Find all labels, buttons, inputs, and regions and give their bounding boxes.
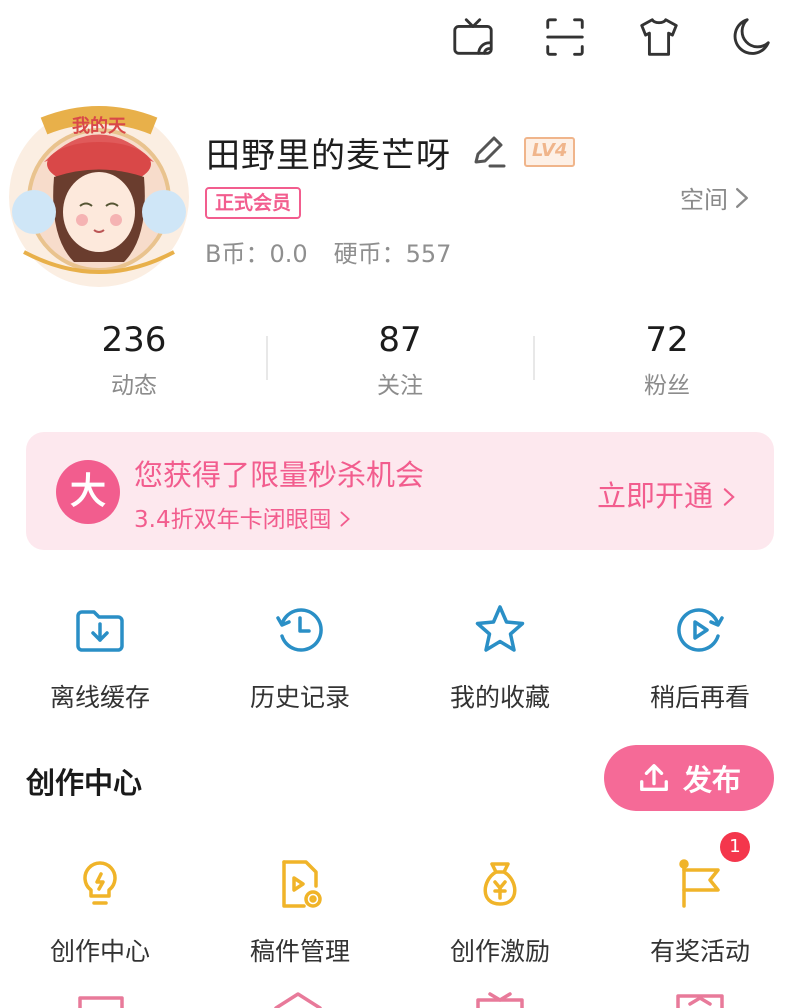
shortcut-label: 稍后再看 (649, 683, 750, 712)
mail-icon (78, 996, 124, 1008)
stat-value: 87 (378, 320, 422, 360)
shortcut-history[interactable]: 历史记录 (210, 602, 390, 714)
theme-shirt-icon[interactable] (634, 12, 684, 62)
stat-dynamics[interactable]: 236 动态 (44, 320, 224, 400)
upload-icon (640, 764, 668, 791)
username: 田野里的麦芒呀 (206, 136, 451, 176)
stat-following[interactable]: 87 关注 (310, 320, 490, 400)
stat-label: 动态 (111, 373, 157, 399)
lightbulb-icon (83, 861, 117, 905)
promo-subtitle[interactable]: 3.4折双年卡闭眼囤 (134, 500, 351, 534)
flag-icon (679, 859, 720, 908)
publish-button[interactable]: 发布 (604, 745, 774, 811)
download-folder-icon (76, 610, 124, 652)
big-member-logo-icon: 大 (56, 460, 120, 524)
manuscript-management-item[interactable]: 稿件管理 (210, 856, 390, 968)
shortcut-label: 我的收藏 (449, 683, 550, 712)
shortcut-label: 离线缓存 (49, 683, 150, 712)
manuscript-icon (282, 860, 322, 908)
promo-subtitle-text: 3.4折双年卡闭眼囤 (134, 507, 332, 533)
creator-item-label: 创作中心 (49, 937, 150, 966)
shortcut-label: 历史记录 (249, 683, 350, 712)
creator-center-item[interactable]: 创作中心 (10, 856, 190, 968)
creator-item-label: 稿件管理 (249, 937, 350, 966)
shortcut-watch-later[interactable]: 稍后再看 (610, 602, 790, 714)
shortcut-offline-cache[interactable]: 离线缓存 (10, 602, 190, 714)
stat-divider (266, 336, 268, 380)
chevron-right-icon (723, 488, 735, 506)
home-icon (274, 992, 322, 1008)
coin-balance: B币：0.0 硬币：557 (205, 234, 477, 269)
shortcut-favorites[interactable]: 我的收藏 (410, 602, 590, 714)
avatar-text: 我的天 (72, 115, 127, 137)
creator-section-title: 创作中心 (26, 766, 143, 800)
reward-activity-item[interactable]: 有奖活动 (610, 856, 790, 968)
watch-later-icon (677, 608, 724, 652)
chevron-right-icon (736, 187, 748, 208)
space-label: 空间 (680, 186, 728, 214)
creator-item-label: 有奖活动 (649, 937, 750, 966)
level-badge: LV4 (524, 137, 576, 167)
next-row-partial (0, 990, 800, 1008)
scan-icon[interactable] (540, 12, 590, 62)
creator-item-label: 创作激励 (449, 937, 550, 966)
activate-now-button[interactable]: 立即开通 (597, 473, 736, 515)
avatar[interactable]: 我的天 (4, 102, 194, 292)
stat-fans[interactable]: 72 粉丝 (577, 320, 757, 400)
money-bag-icon (483, 862, 517, 906)
star-icon (475, 605, 525, 652)
tv-cast-icon[interactable] (448, 12, 498, 62)
stat-label: 粉丝 (644, 373, 690, 399)
edit-pencil-icon[interactable] (468, 132, 508, 172)
chevron-right-icon (340, 511, 350, 527)
hard-coin-balance: 硬币：557 (333, 240, 452, 268)
history-clock-icon (276, 608, 323, 652)
stat-label: 关注 (377, 373, 423, 399)
promo-cta-label: 立即开通 (597, 479, 714, 513)
vip-badge[interactable]: 正式会员 (205, 187, 302, 219)
creator-incentive-item[interactable]: 创作激励 (410, 856, 590, 968)
bcoin-balance: B币：0.0 (205, 240, 308, 268)
space-link[interactable]: 空间 (680, 180, 750, 215)
stat-value: 72 (645, 320, 689, 360)
publish-label: 发布 (682, 763, 741, 797)
stat-divider (533, 336, 535, 380)
notification-badge: 1 (720, 832, 750, 862)
stat-value: 236 (101, 320, 167, 360)
night-mode-icon[interactable] (726, 12, 776, 62)
promo-title: 您获得了限量秒杀机会 (134, 458, 425, 492)
